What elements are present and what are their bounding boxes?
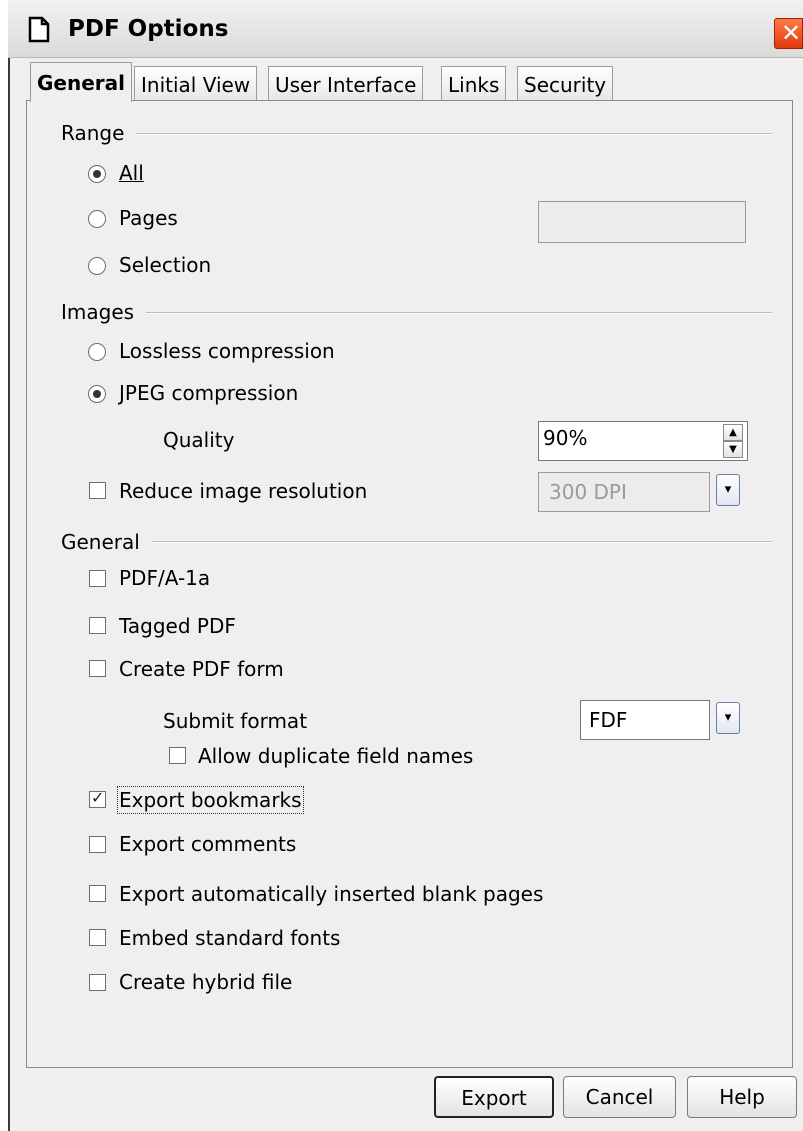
quality-spinbox[interactable]: 90% ▲ ▼	[538, 421, 748, 461]
range-pages-label[interactable]: Pages	[119, 206, 178, 230]
embed-fonts-label[interactable]: Embed standard fonts	[119, 926, 340, 950]
help-button[interactable]: Help	[687, 1076, 797, 1118]
pages-input[interactable]	[538, 201, 746, 243]
create-form-checkbox[interactable]	[89, 660, 106, 677]
range-all-radio[interactable]	[88, 165, 106, 183]
range-pages-radio[interactable]	[88, 210, 106, 228]
spin-up-icon[interactable]: ▲	[723, 424, 743, 441]
range-selection-label[interactable]: Selection	[119, 253, 211, 277]
export-comments-label[interactable]: Export comments	[119, 832, 296, 856]
submit-format-select[interactable]: FDF	[580, 700, 710, 740]
pdfa-label[interactable]: PDF/A-1a	[119, 566, 210, 590]
export-blank-pages-label[interactable]: Export automatically inserted blank page…	[119, 882, 543, 906]
create-form-label[interactable]: Create PDF form	[119, 657, 284, 681]
quality-label: Quality	[163, 428, 235, 452]
spin-down-icon[interactable]: ▼	[723, 441, 743, 458]
cancel-button[interactable]: Cancel	[563, 1076, 676, 1118]
hybrid-file-checkbox[interactable]	[89, 974, 106, 991]
images-divider	[146, 312, 772, 314]
hybrid-file-label[interactable]: Create hybrid file	[119, 970, 292, 994]
tab-general[interactable]: General	[30, 62, 132, 102]
embed-fonts-checkbox[interactable]	[89, 929, 106, 946]
allow-duplicate-label[interactable]: Allow duplicate field names	[198, 744, 473, 768]
title-bar[interactable]: PDF Options	[8, 0, 803, 58]
pdfa-checkbox[interactable]	[89, 570, 106, 587]
tagged-pdf-label[interactable]: Tagged PDF	[119, 614, 236, 638]
lossless-label[interactable]: Lossless compression	[119, 339, 335, 363]
general-divider	[152, 541, 772, 543]
tab-links[interactable]: Links	[441, 66, 507, 100]
range-divider	[136, 133, 772, 135]
tab-user-interface[interactable]: User Interface	[268, 66, 424, 100]
export-button[interactable]: Export	[434, 1076, 554, 1118]
lossless-radio[interactable]	[88, 343, 106, 361]
close-icon: ✕	[781, 19, 802, 47]
document-icon	[28, 16, 50, 43]
reduce-resolution-label[interactable]: Reduce image resolution	[119, 479, 367, 503]
submit-format-label: Submit format	[163, 709, 308, 733]
tab-initial-view[interactable]: Initial View	[134, 66, 258, 100]
range-all-label[interactable]: All	[119, 161, 144, 185]
export-comments-checkbox[interactable]	[89, 836, 106, 853]
export-bookmarks-checkbox[interactable]	[89, 788, 106, 808]
jpeg-radio[interactable]	[88, 385, 106, 403]
range-selection-radio[interactable]	[88, 257, 106, 275]
tab-security[interactable]: Security	[517, 66, 614, 100]
submit-format-value: FDF	[589, 708, 628, 732]
submit-format-dropdown-icon[interactable]: ▾	[716, 702, 740, 734]
reduce-resolution-checkbox[interactable]	[89, 482, 106, 499]
resolution-value: 300 DPI	[549, 480, 627, 504]
quality-value: 90%	[543, 426, 588, 450]
general-header: General	[61, 530, 140, 554]
range-header: Range	[61, 121, 125, 145]
resolution-select[interactable]: 300 DPI	[538, 472, 710, 512]
images-header: Images	[61, 300, 135, 324]
jpeg-label[interactable]: JPEG compression	[119, 381, 298, 405]
resolution-dropdown-icon[interactable]: ▾	[716, 474, 740, 506]
close-button[interactable]: ✕	[774, 18, 803, 49]
export-bookmarks-label[interactable]: Export bookmarks	[117, 786, 304, 814]
export-blank-pages-checkbox[interactable]	[89, 885, 106, 902]
tagged-pdf-checkbox[interactable]	[89, 617, 106, 634]
allow-duplicate-checkbox[interactable]	[169, 747, 186, 764]
dialog-title: PDF Options	[68, 16, 229, 42]
